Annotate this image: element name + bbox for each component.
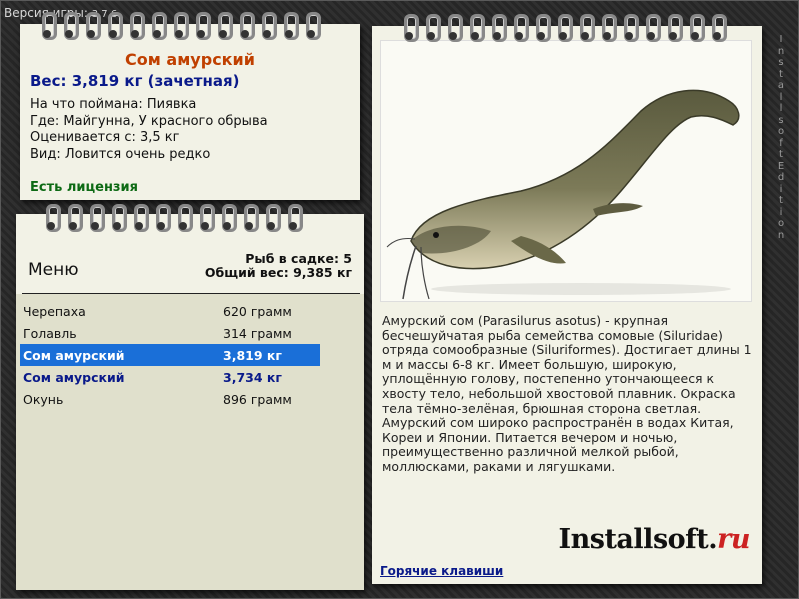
fish-description: Амурский сом (Parasilurus asotus) - круп… — [382, 313, 752, 474]
spiral-ring-icon — [600, 14, 617, 42]
spiral-ring-icon — [44, 204, 61, 232]
spiral-ring-icon — [242, 204, 259, 232]
spiral-ring-icon — [84, 12, 101, 40]
spiral-ring-icon — [154, 204, 171, 232]
spiral-ring-icon — [710, 14, 727, 42]
brand-logo: Installsoft.ru — [558, 524, 751, 555]
spiral-ring-icon — [66, 204, 83, 232]
spiral-ring-icon — [128, 12, 145, 40]
fish-row-name: Окунь — [23, 391, 64, 407]
spiral-ring-icon — [490, 14, 507, 42]
spiral-ring-icon — [304, 12, 321, 40]
side-brand-letter: i — [779, 183, 783, 195]
spiral-ring-icon — [110, 204, 127, 232]
side-brand-vertical: Installsoft Edition — [775, 34, 787, 241]
page-rings — [402, 14, 732, 42]
spiral-ring-icon — [216, 12, 233, 40]
side-brand-letter: I — [779, 34, 783, 45]
fish-list-row[interactable]: Окунь 896 грамм — [20, 388, 320, 410]
hotkeys-link[interactable]: Горячие клавиши — [380, 564, 503, 578]
catfish-illustration — [386, 89, 740, 300]
spiral-ring-icon — [556, 14, 573, 42]
side-brand-letter: a — [777, 80, 785, 91]
header-divider — [22, 293, 360, 294]
fish-name: Сом амурский — [125, 50, 255, 69]
side-brand-letter: l — [779, 103, 783, 114]
spiral-ring-icon — [534, 14, 551, 42]
fish-row-weight: 3,819 кг — [223, 347, 282, 363]
rarity-line: Вид: Ловится очень редко — [30, 146, 211, 162]
place-line: Где: Майгунна, У красного обрыва — [30, 113, 268, 129]
spiral-ring-icon — [688, 14, 705, 42]
spiral-ring-icon — [402, 14, 419, 42]
side-brand-letter: f — [779, 137, 783, 149]
spiral-ring-icon — [132, 204, 149, 232]
spiral-ring-icon — [578, 14, 595, 42]
side-brand-letter: o — [777, 218, 785, 229]
fish-list: Черепаха 620 грамм Голавль 314 грамм Сом аму… — [20, 300, 320, 410]
fish-row-name: Сом амурский — [23, 347, 125, 363]
spiral-ring-icon — [286, 204, 303, 232]
cage-panel-rings — [44, 204, 308, 232]
spiral-ring-icon — [198, 204, 215, 232]
spiral-ring-icon — [150, 12, 167, 40]
fish-row-weight: 620 грамм — [223, 303, 292, 319]
side-brand-letter: l — [779, 91, 783, 103]
spiral-ring-icon — [260, 12, 277, 40]
fish-row-weight: 896 грамм — [223, 391, 292, 407]
spiral-ring-icon — [106, 12, 123, 40]
side-brand-letter: t — [779, 149, 783, 160]
spiral-ring-icon — [220, 204, 237, 232]
spiral-ring-icon — [176, 204, 193, 232]
menu-button[interactable]: Меню — [28, 260, 79, 280]
spiral-ring-icon — [172, 12, 189, 40]
spiral-ring-icon — [194, 12, 211, 40]
side-brand-letter: n — [777, 45, 785, 57]
fish-count: Рыб в садке: 5 — [245, 251, 352, 266]
side-brand-letter: s — [778, 57, 784, 68]
fish-row-name: Сом амурский — [23, 369, 125, 385]
fish-image — [380, 40, 752, 302]
license-status: Есть лицензия — [30, 180, 138, 195]
fish-weight: Вес: 3,819 кг (зачетная) — [30, 72, 240, 90]
spiral-ring-icon — [666, 14, 683, 42]
fish-list-row[interactable]: Сом амурский 3,819 кг — [20, 344, 320, 366]
side-brand-letter: i — [779, 206, 783, 218]
cage-panel: Меню Рыб в садке: 5 Общий вес: 9,385 кг … — [16, 214, 364, 590]
side-brand-letter: t — [779, 195, 783, 206]
bait-line: На что поймана: Пиявка — [30, 97, 197, 112]
info-card-rings — [40, 12, 326, 40]
spiral-ring-icon — [512, 14, 529, 42]
fish-list-row[interactable]: Сом амурский 3,734 кг — [20, 366, 320, 388]
spiral-ring-icon — [468, 14, 485, 42]
side-brand-letter: E — [777, 160, 785, 172]
cage-stats: Рыб в садке: 5 Общий вес: 9,385 кг — [205, 252, 352, 280]
fish-row-weight: 3,734 кг — [223, 369, 282, 385]
fish-row-weight: 314 грамм — [223, 325, 292, 341]
spiral-ring-icon — [40, 12, 57, 40]
spiral-ring-icon — [88, 204, 105, 232]
fish-row-name: Голавль — [23, 325, 77, 341]
spiral-ring-icon — [622, 14, 639, 42]
fish-row-name: Черепаха — [23, 303, 86, 319]
side-brand-letter: o — [777, 126, 785, 137]
spiral-ring-icon — [282, 12, 299, 40]
side-brand-letter: d — [777, 172, 785, 183]
side-brand-letter: s — [778, 114, 784, 126]
total-weight: Общий вес: 9,385 кг — [204, 265, 352, 280]
spiral-ring-icon — [264, 204, 281, 232]
fish-description-page: Амурский сом (Parasilurus asotus) - круп… — [372, 26, 762, 584]
catch-info-card: Сом амурский Вес: 3,819 кг (зачетная) На… — [20, 24, 360, 200]
spiral-ring-icon — [238, 12, 255, 40]
spiral-ring-icon — [424, 14, 441, 42]
spiral-ring-icon — [644, 14, 661, 42]
price-line: Оценивается с: 3,5 кг — [30, 130, 180, 145]
side-brand-letter: t — [779, 68, 783, 80]
fish-list-row[interactable]: Черепаха 620 грамм — [20, 300, 320, 322]
spiral-ring-icon — [446, 14, 463, 42]
fish-list-row[interactable]: Голавль 314 грамм — [20, 322, 320, 344]
side-brand-letter: n — [777, 229, 785, 241]
spiral-ring-icon — [62, 12, 79, 40]
